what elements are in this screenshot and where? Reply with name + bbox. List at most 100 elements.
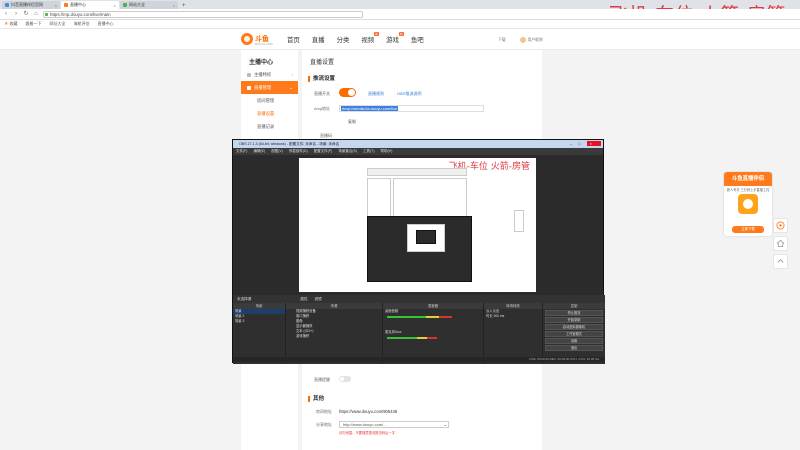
bookmark-label: 直播中心	[97, 21, 114, 26]
chevron-right-icon: ›	[291, 72, 293, 77]
obs-menu-tools[interactable]: 工具(T)	[363, 148, 374, 155]
bookmark-0[interactable]: ★ 收藏	[4, 21, 17, 27]
room-address-label: 房间地址	[316, 409, 332, 414]
url-input[interactable]: https://mp.douyu.com/live/main	[43, 10, 363, 18]
user-menu[interactable]: 用户昵称	[519, 37, 543, 43]
nav-category[interactable]: 分类	[337, 35, 350, 44]
reload-icon[interactable]: ↻	[23, 11, 29, 17]
avatar	[519, 37, 526, 43]
promo-download-button[interactable]: 立即下载	[732, 226, 764, 233]
chevron-down-icon[interactable]: ⌄	[444, 422, 447, 427]
obs-preview[interactable]: 飞机-车位 火箭-房管	[299, 158, 536, 292]
stop-streaming-button[interactable]: 停止推流	[545, 310, 603, 316]
obs-menu-help[interactable]: 帮助(H)	[381, 148, 393, 155]
obs-menu-scene-collection[interactable]: 场景集合(S)	[338, 148, 357, 155]
browser-tab-0[interactable]: 抖音直播伴侣官网 ×	[2, 1, 60, 9]
sidebar-title: 主播中心	[249, 60, 274, 66]
obs-menu-edit[interactable]: 编辑(E)	[253, 148, 265, 155]
no-source-text: 未选择源	[237, 297, 252, 301]
bookmark-4[interactable]: 直播中心	[97, 21, 113, 27]
obs-window[interactable]: OBS 27.1.3 (64-bit, windows) - 配置文件: 未命名…	[232, 139, 605, 364]
home-icon[interactable]	[773, 236, 788, 251]
promo-subtitle: 新人专享 三分钟上手直播工具	[726, 188, 770, 192]
page-title: 直播设置	[310, 60, 335, 66]
nav-video[interactable]: 视频新	[361, 32, 380, 44]
duration-value: 300 ms	[493, 314, 505, 318]
settings-button[interactable]: 设置	[545, 338, 603, 344]
crown-icon	[247, 72, 251, 77]
sidebar-item-privilege[interactable]: 主播特权 ›	[241, 68, 298, 81]
sources-dock: 来源 视频捕获设备 窗口捕获 图像 显示器捕获 文本 (GDI+) 游戏捕获	[286, 303, 382, 364]
mixer-dock: 混音器 桌面音频 麦克风/Aux	[383, 303, 483, 364]
bookmarks-bar: ★ 收藏 跟着一下 网址大全 海航评估 直播中心	[0, 20, 800, 29]
close-tab-icon[interactable]: ×	[55, 3, 57, 8]
close-tab-icon[interactable]: ×	[114, 3, 116, 8]
nav-badge: 新	[374, 32, 380, 36]
rules-link[interactable]: 直播规则	[368, 91, 384, 97]
obs-statusbar: LIVE: 00:00:26 REC: 00:00:00 CPU: 4.0%, …	[233, 357, 605, 362]
sidebar-item-live-manage[interactable]: 直播管理 ⌄	[241, 81, 298, 94]
copy-button[interactable]: 复制	[348, 119, 356, 125]
back-to-top-icon[interactable]	[773, 254, 788, 269]
nav-label: 视频	[361, 37, 375, 44]
download-link[interactable]: 下载	[498, 38, 506, 43]
user-name: 用户昵称	[527, 38, 543, 42]
obs-menu-profile[interactable]: 配置文件(P)	[314, 148, 333, 155]
browser-tab-1[interactable]: 直播中心 ×	[61, 1, 119, 9]
start-recording-button[interactable]: 开始录制	[545, 317, 603, 323]
studio-mode-button[interactable]: 工作室模式	[545, 331, 603, 337]
bookmark-1[interactable]: 跟着一下	[25, 21, 41, 27]
browser-tab-2[interactable]: 网站大全 ×	[120, 1, 178, 9]
nav-live[interactable]: 直播	[312, 35, 325, 44]
fish-logo-icon	[241, 33, 253, 45]
section-title-push: 推流设置	[308, 76, 335, 82]
home-icon[interactable]: ⌂	[33, 11, 39, 17]
close-tab-icon[interactable]: ×	[173, 3, 175, 8]
share-address-field[interactable]: http://www.douyu.com/... ⌄	[339, 421, 449, 428]
logo-subtext: DOUYU.COM	[255, 42, 273, 46]
properties-button[interactable]: 属性	[300, 297, 307, 301]
obs-menu-file[interactable]: 文件(F)	[236, 148, 247, 155]
obs-menubar: 文件(F) 编辑(E) 视图(V) 停靠部件(D) 配置文件(P) 场景集合(S…	[233, 148, 603, 155]
transition-duration[interactable]: 时长 300 ms	[484, 314, 542, 319]
sidebar-item-label: 直播管理	[254, 85, 272, 90]
live-switch-toggle[interactable]	[339, 88, 356, 97]
nav-home[interactable]: 首页	[287, 35, 300, 44]
transitions-dock: 转场特效 淡入淡出 时长 300 ms	[484, 303, 542, 364]
url-text: https://mp.douyu.com/live/main	[50, 11, 111, 17]
bookmark-label: 海航评估	[73, 21, 90, 26]
virtual-camera-button[interactable]: 启动虚拟摄像机	[545, 324, 603, 330]
rtmp-url-field[interactable]: rtmp://sendtc3a.douyu.com/live	[339, 105, 484, 112]
rtmp-url-value: rtmp://sendtc3a.douyu.com/live	[341, 106, 399, 111]
mixer-channel-label: 麦克风/Aux	[385, 330, 402, 334]
bookmark-2[interactable]: 网址大全	[49, 21, 65, 27]
bookmark-3[interactable]: 海航评估	[73, 21, 89, 27]
maximize-icon[interactable]: □	[578, 141, 586, 146]
filters-button[interactable]: 滤镜	[315, 297, 322, 301]
favicon-icon	[5, 3, 9, 7]
favicon-icon	[64, 3, 68, 7]
play-icon[interactable]	[773, 218, 788, 233]
nav-yuba[interactable]: 鱼吧	[411, 35, 424, 44]
scene-item[interactable]: 场景 3	[233, 319, 285, 324]
obs-menu-view[interactable]: 视图(V)	[271, 148, 283, 155]
nav-label: 游戏	[386, 37, 399, 44]
obs-guide-link[interactable]: OBS推流说明	[397, 91, 421, 97]
sidebar-item-live-settings[interactable]: 直播设置	[241, 107, 298, 120]
bookmark-label: 跟着一下	[25, 21, 42, 26]
remind-switch-toggle[interactable]	[339, 376, 351, 382]
sidebar-item-records[interactable]: 直播记录	[241, 120, 298, 133]
source-item[interactable]: 游戏捕获	[286, 334, 382, 339]
preview-nested-main	[393, 178, 467, 218]
site-logo[interactable]: 斗鱼 DOUYU.COM	[241, 33, 273, 46]
back-icon[interactable]: ‹	[3, 11, 9, 17]
promo-card[interactable]: 斗鱼直播伴侣 新人专享 三分钟上手直播工具 立即下载	[724, 172, 772, 236]
exit-button[interactable]: 退出	[545, 345, 603, 351]
sidebar-item-room[interactable]: 房间管理	[241, 94, 298, 107]
obs-menu-docks[interactable]: 停靠部件(D)	[289, 148, 308, 155]
minimize-icon[interactable]: –	[570, 141, 578, 146]
chevron-down-icon: ⌄	[289, 85, 293, 90]
forward-icon[interactable]: ›	[13, 11, 19, 17]
close-icon[interactable]: ×	[586, 141, 601, 146]
nav-game[interactable]: 游戏热	[386, 32, 404, 44]
